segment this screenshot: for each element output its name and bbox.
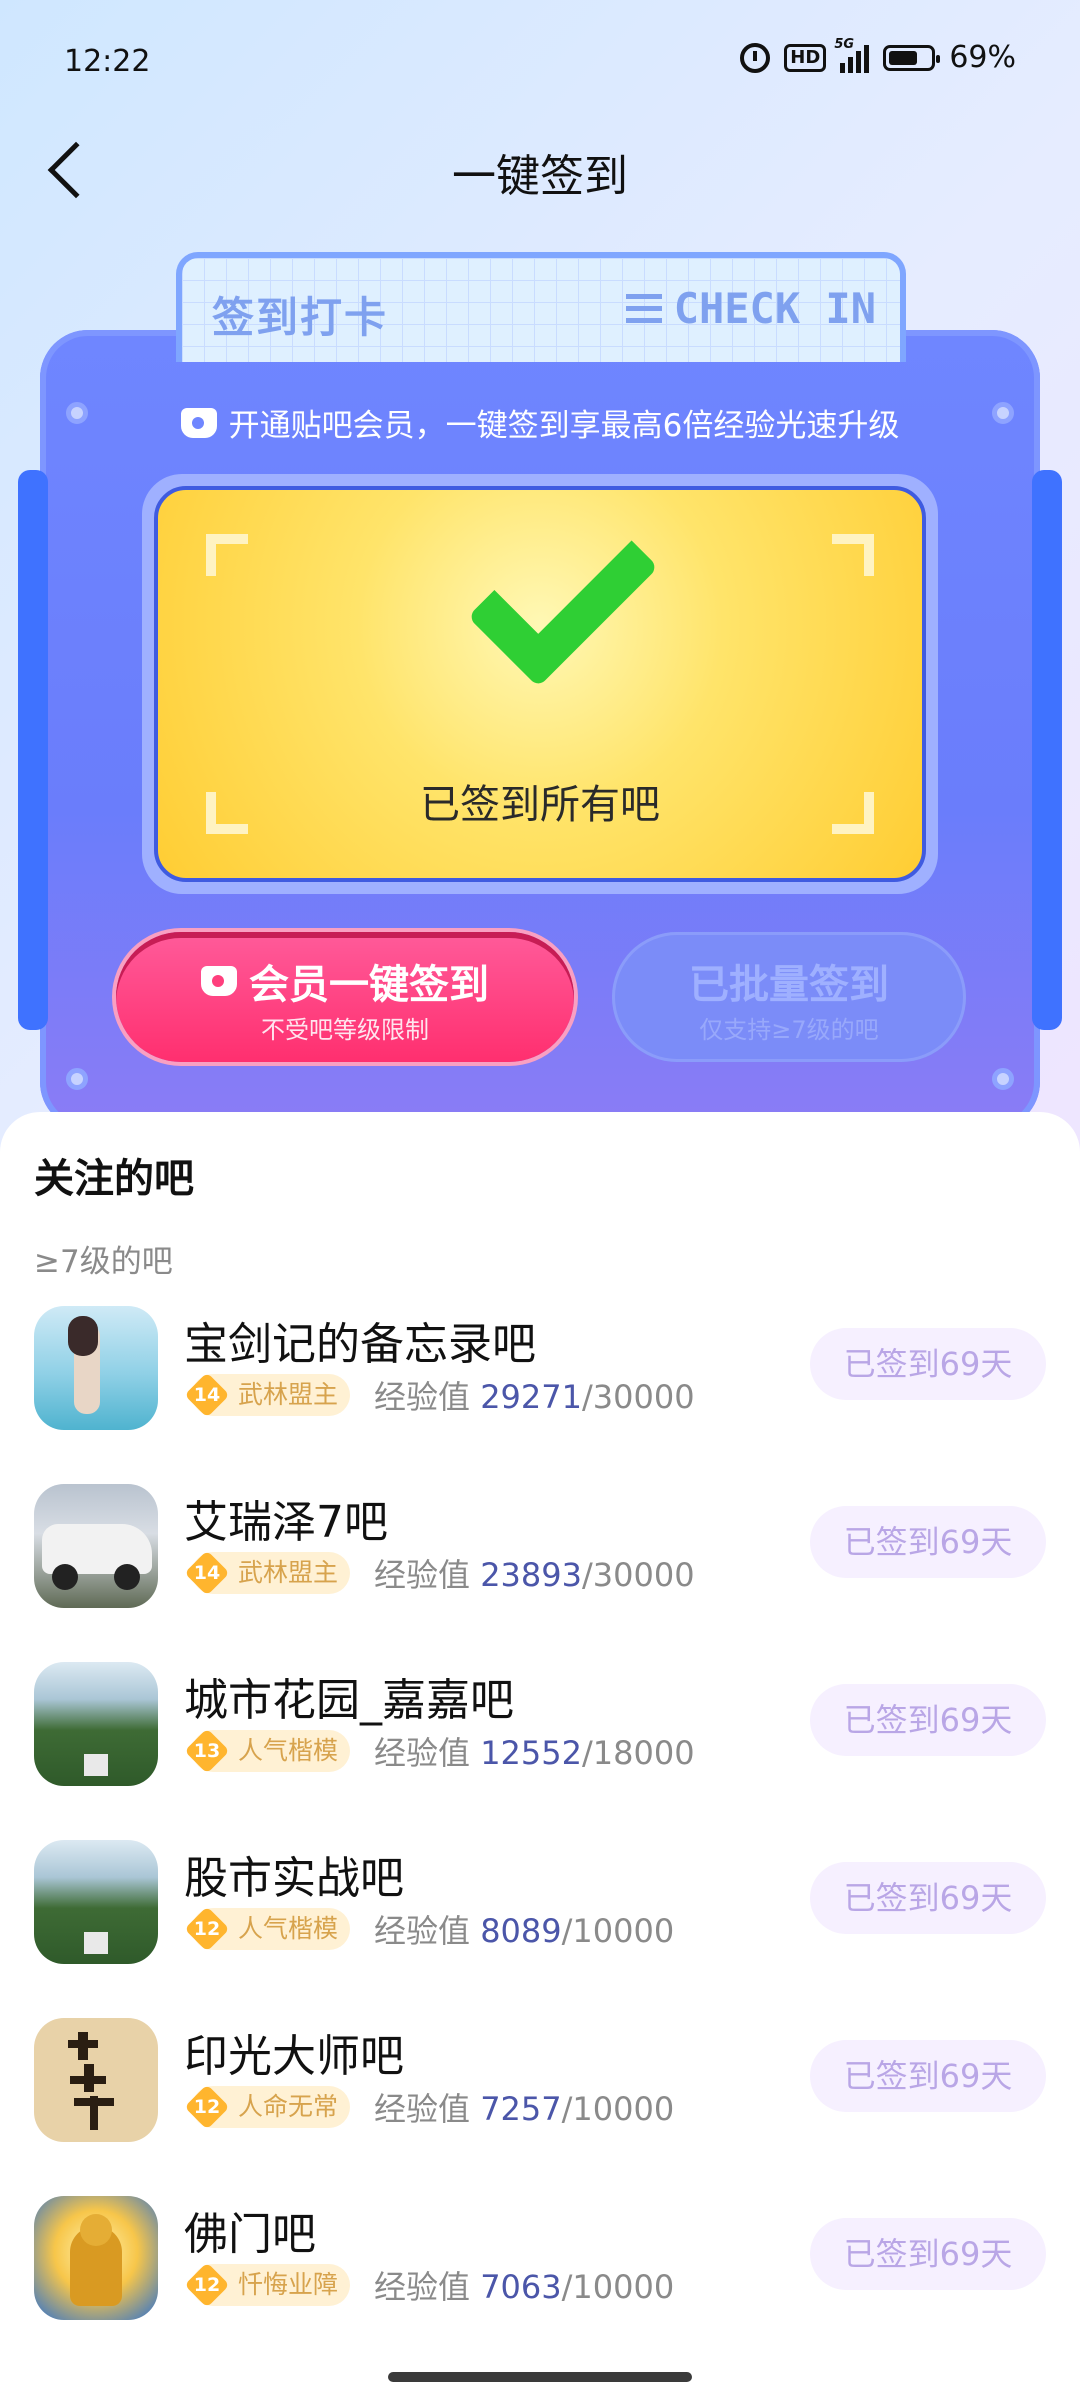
board-side-right (1032, 470, 1062, 1030)
page: 12:22 HD 5G 69% 一键签到 签到打卡 CHECK IN 开通贴吧会… (0, 0, 1080, 2400)
level-title: 人气楷模 (238, 1736, 339, 1765)
hd-icon: HD (784, 43, 827, 72)
bar-name[interactable]: 股市实战吧 (184, 1842, 404, 1906)
section-subtitle: ≥7级的吧 (34, 1244, 173, 1280)
status-time: 12:22 (64, 44, 151, 79)
checkin-status-text: 已签到所有吧 (420, 782, 660, 828)
exp-value: 经验值 23893/30000 (374, 1556, 695, 1594)
board-side-left (18, 470, 48, 1030)
battery-percent: 69% (949, 40, 1016, 75)
vip-button-sub: 不受吧等级限制 (261, 1016, 429, 1044)
level-title: 武林盟主 (238, 1558, 339, 1587)
bar-avatar[interactable] (34, 1840, 158, 1964)
corner-mark (832, 534, 874, 576)
batch-checkin-button[interactable]: 已批量签到 仅支持≥7级的吧 (612, 932, 966, 1062)
vip-promo-text: 开通贴吧会员，一键签到享最高6倍经验光速升级 (228, 408, 900, 444)
checkin-label: CHECK IN (673, 284, 876, 333)
level-badge: 12 忏悔业障 (184, 2262, 351, 2308)
signal-icon: 5G (834, 37, 870, 73)
exp-value: 经验值 12552/18000 (374, 1734, 695, 1772)
bar-row[interactable]: 艾瑞泽7吧 14 武林盟主 经验值 23893/30000 已签到69天 (0, 1484, 1080, 1662)
signed-days-button[interactable]: 已签到69天 (810, 2218, 1046, 2290)
check-icon (467, 496, 659, 688)
level-title: 忏悔业障 (238, 2270, 339, 2299)
alarm-icon (740, 42, 771, 73)
crown-icon (201, 966, 237, 996)
followed-bars-sheet: 关注的吧 ≥7级的吧 宝剑记的备忘录吧 14 武林盟主 经验值 29271/30… (0, 1112, 1080, 2400)
tab-label-left: 签到打卡 (212, 293, 389, 342)
signed-days-button[interactable]: 已签到69天 (810, 1684, 1046, 1756)
level-icon: 12 (184, 1906, 230, 1952)
crown-icon (180, 407, 217, 438)
checkin-status-frame: 已签到所有吧 (142, 474, 938, 894)
tab-label-right: CHECK IN (625, 284, 876, 333)
corner-mark (206, 534, 248, 576)
level-title: 人气楷模 (238, 1914, 339, 1943)
bar-row[interactable]: 城市花园_嘉嘉吧 13 人气楷模 经验值 12552/18000 已签到69天 (0, 1662, 1080, 1840)
bar-row[interactable]: 佛门吧 12 忏悔业障 经验值 7063/10000 已签到69天 (0, 2196, 1080, 2374)
bar-name[interactable]: 艾瑞泽7吧 (184, 1486, 388, 1550)
exp-value: 经验值 29271/30000 (374, 1378, 695, 1416)
battery-icon (883, 44, 941, 71)
bar-name[interactable]: 佛门吧 (184, 2198, 316, 2262)
vip-checkin-button[interactable]: 会员一键签到 不受吧等级限制 (116, 932, 574, 1062)
bar-name[interactable]: 宝剑记的备忘录吧 (184, 1308, 536, 1372)
rivet-icon (66, 1068, 88, 1090)
network-type: 5G (834, 36, 855, 52)
bar-row[interactable]: 宝剑记的备忘录吧 14 武林盟主 经验值 29271/30000 已签到69天 (0, 1306, 1080, 1484)
level-badge: 14 武林盟主 (184, 1550, 351, 1596)
level-icon: 14 (184, 1372, 230, 1418)
rivet-icon (992, 1068, 1014, 1090)
vip-button-main: 会员一键签到 (116, 952, 574, 1010)
exp-value: 经验值 8089/10000 (374, 1912, 675, 1950)
signed-days-button[interactable]: 已签到69天 (810, 1862, 1046, 1934)
page-title: 一键签到 (452, 151, 628, 202)
bar-avatar[interactable] (34, 1484, 158, 1608)
bar-avatar[interactable] (34, 2018, 158, 2142)
calligraphy-icon (68, 2032, 114, 2130)
exp-value: 经验值 7257/10000 (374, 2090, 675, 2128)
signed-days-button[interactable]: 已签到69天 (810, 1328, 1046, 1400)
level-badge: 12 人气楷模 (184, 1906, 351, 1952)
bar-avatar[interactable] (34, 1662, 158, 1786)
batch-button-label: 已批量签到 (689, 962, 889, 1008)
section-title: 关注的吧 (34, 1156, 194, 1202)
level-icon: 12 (184, 2084, 230, 2130)
bar-avatar[interactable] (34, 2196, 158, 2320)
bar-name[interactable]: 印光大师吧 (184, 2020, 404, 2084)
bar-row[interactable]: 股市实战吧 12 人气楷模 经验值 8089/10000 已签到69天 (0, 1840, 1080, 2018)
level-badge: 14 武林盟主 (184, 1372, 351, 1418)
signed-days-button[interactable]: 已签到69天 (810, 1506, 1046, 1578)
level-title: 武林盟主 (238, 1380, 339, 1409)
level-badge: 13 人气楷模 (184, 1728, 351, 1774)
status-icons: HD 5G 69% (740, 37, 1016, 75)
home-indicator[interactable] (388, 2372, 692, 2382)
bar-name[interactable]: 城市花园_嘉嘉吧 (184, 1664, 514, 1728)
exp-value: 经验值 7063/10000 (374, 2268, 675, 2306)
level-icon: 13 (184, 1728, 230, 1774)
bar-row[interactable]: 印光大师吧 12 人命无常 经验值 7257/10000 已签到69天 (0, 2018, 1080, 2196)
checkin-tab: 签到打卡 CHECK IN (176, 252, 906, 362)
level-title: 人命无常 (238, 2092, 339, 2121)
batch-button-sub: 仅支持≥7级的吧 (699, 1016, 879, 1044)
level-icon: 12 (184, 2262, 230, 2308)
level-icon: 14 (184, 1550, 230, 1596)
checkin-status-card: 已签到所有吧 (154, 486, 926, 882)
status-bar: 12:22 HD 5G 69% (0, 0, 1080, 120)
vip-button-label: 会员一键签到 (249, 962, 489, 1008)
level-badge: 12 人命无常 (184, 2084, 351, 2130)
signed-days-button[interactable]: 已签到69天 (810, 2040, 1046, 2112)
menu-icon (625, 293, 662, 324)
bar-avatar[interactable] (34, 1306, 158, 1430)
vip-promo[interactable]: 开通贴吧会员，一键签到享最高6倍经验光速升级 (0, 400, 1080, 445)
